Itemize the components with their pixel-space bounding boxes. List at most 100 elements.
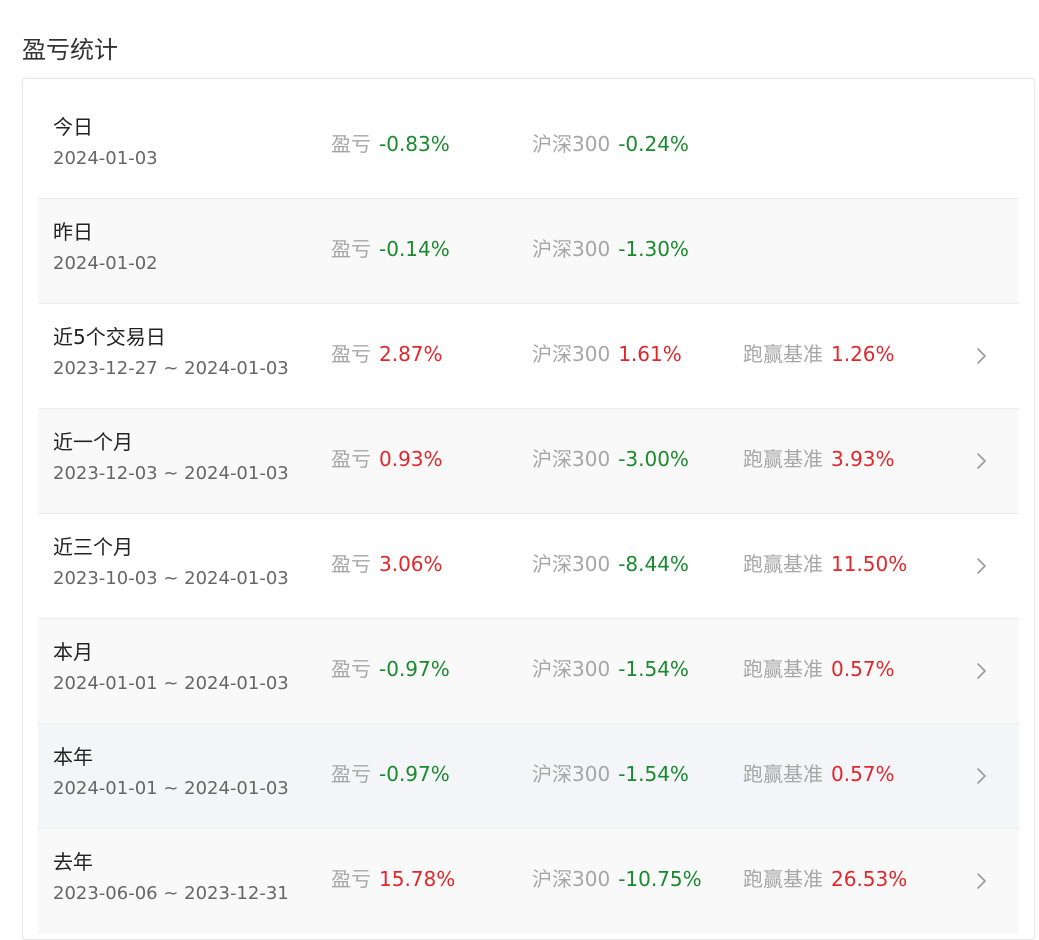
chevron-right-icon[interactable]: [976, 347, 987, 365]
benchmark-metric: 沪深300 -1.30%: [532, 236, 689, 262]
benchmark-label: 沪深300: [532, 132, 611, 156]
period-range: 2023-12-27 ~ 2024-01-03: [53, 358, 289, 379]
benchmark-value: -3.00%: [618, 447, 689, 471]
pnl-metric: 盈亏 -0.97%: [331, 656, 450, 682]
pnl-metric: 盈亏 0.93%: [331, 446, 443, 472]
pnl-value: 2.87%: [379, 342, 443, 366]
period-range: 2024-01-03: [53, 148, 158, 169]
benchmark-metric: 沪深300 -10.75%: [532, 866, 702, 892]
beat-metric: 跑赢基准 26.53%: [743, 866, 907, 892]
chevron-right-icon[interactable]: [976, 557, 987, 575]
pnl-metric: 盈亏 3.06%: [331, 551, 443, 577]
pnl-label: 盈亏: [331, 447, 371, 471]
benchmark-label: 沪深300: [532, 657, 611, 681]
period-range: 2024-01-01 ~ 2024-01-03: [53, 673, 289, 694]
beat-value: 0.57%: [831, 762, 895, 786]
benchmark-value: -1.30%: [618, 237, 689, 261]
pnl-label: 盈亏: [331, 657, 371, 681]
pnl-label: 盈亏: [331, 762, 371, 786]
benchmark-metric: 沪深300 -8.44%: [532, 551, 689, 577]
pnl-value: 15.78%: [379, 867, 456, 891]
stat-row[interactable]: 近5个交易日 2023-12-27 ~ 2024-01-03 盈亏 2.87% 沪深30…: [38, 304, 1019, 409]
stat-row[interactable]: 近三个月 2023-10-03 ~ 2024-01-03 盈亏 3.06% 沪深300-…: [38, 514, 1019, 619]
pnl-metric: 盈亏 15.78%: [331, 866, 455, 892]
beat-metric: 跑赢基准 3.93%: [743, 446, 895, 472]
stat-row: 今日 2024-01-03 盈亏 -0.83% 沪深300 -0.24%: [38, 94, 1019, 199]
period-info: 近一个月 2023-12-03 ~ 2024-01-03: [53, 429, 289, 486]
benchmark-value: -10.75%: [618, 867, 702, 891]
beat-metric: 跑赢基准 1.26%: [743, 341, 895, 367]
chevron-right-icon[interactable]: [976, 452, 987, 470]
stats-card: 今日 2024-01-03 盈亏 -0.83% 沪深300 -0.24% 昨日 2024-01…: [22, 78, 1035, 940]
benchmark-label: 沪深300: [532, 237, 611, 261]
benchmark-label: 沪深300: [532, 447, 611, 471]
benchmark-label: 沪深300: [532, 762, 611, 786]
pnl-label: 盈亏: [331, 867, 371, 891]
stat-row[interactable]: 近一个月 2023-12-03 ~ 2024-01-03 盈亏 0.93% 沪深300-…: [38, 409, 1019, 514]
stat-row[interactable]: 本月 2024-01-01 ~ 2024-01-03 盈亏 -0.97% 沪深300 -1…: [38, 619, 1019, 724]
stat-row[interactable]: 去年 2023-06-06 ~ 2023-12-31 盈亏 15.78% 沪深300 -1…: [38, 829, 1019, 934]
period-name: 本月: [53, 640, 93, 664]
period-range: 2023-06-06 ~ 2023-12-31: [53, 883, 289, 904]
benchmark-label: 沪深300: [532, 342, 611, 366]
pnl-value: -0.14%: [379, 237, 450, 261]
period-info: 今日 2024-01-03: [53, 114, 158, 171]
benchmark-metric: 沪深300 -1.54%: [532, 656, 689, 682]
page-title: 盈亏统计: [22, 36, 118, 64]
pnl-value: 0.93%: [379, 447, 443, 471]
chevron-right-icon[interactable]: [976, 872, 987, 890]
beat-label: 跑赢基准: [743, 762, 823, 786]
pnl-value: 3.06%: [379, 552, 443, 576]
period-name: 本年: [53, 745, 93, 769]
beat-value: 1.26%: [831, 342, 895, 366]
period-name: 近一个月: [53, 430, 133, 454]
period-range: 2023-12-03 ~ 2024-01-03: [53, 463, 289, 484]
pnl-value: -0.97%: [379, 762, 450, 786]
beat-metric: 跑赢基准 11.50%: [743, 551, 907, 577]
stats-list: 今日 2024-01-03 盈亏 -0.83% 沪深300 -0.24% 昨日 2024-01…: [38, 94, 1019, 934]
pnl-label: 盈亏: [331, 552, 371, 576]
beat-label: 跑赢基准: [743, 657, 823, 681]
period-name: 近5个交易日: [53, 325, 166, 349]
benchmark-metric: 沪深300 -3.00%: [532, 446, 689, 472]
period-name: 近三个月: [53, 535, 133, 559]
pnl-metric: 盈亏 -0.83%: [331, 131, 450, 157]
benchmark-metric: 沪深300 -0.24%: [532, 131, 689, 157]
pnl-metric: 盈亏 -0.97%: [331, 761, 450, 787]
benchmark-metric: 沪深300 -1.54%: [532, 761, 689, 787]
stat-row[interactable]: 本年 2024-01-01 ~ 2024-01-03 盈亏 -0.97% 沪深300 -1…: [38, 724, 1019, 829]
period-name: 昨日: [53, 220, 93, 244]
beat-metric: 跑赢基准 0.57%: [743, 656, 895, 682]
pnl-label: 盈亏: [331, 132, 371, 156]
beat-value: 3.93%: [831, 447, 895, 471]
pnl-metric: 盈亏 -0.14%: [331, 236, 450, 262]
benchmark-value: -1.54%: [618, 657, 689, 681]
period-info: 近三个月 2023-10-03 ~ 2024-01-03: [53, 534, 289, 591]
beat-label: 跑赢基准: [743, 867, 823, 891]
benchmark-value: -0.24%: [618, 132, 689, 156]
period-name: 今日: [53, 115, 93, 139]
period-info: 近5个交易日 2023-12-27 ~ 2024-01-03: [53, 324, 289, 381]
beat-value: 0.57%: [831, 657, 895, 681]
chevron-right-icon[interactable]: [976, 662, 987, 680]
benchmark-value: 1.61%: [618, 342, 682, 366]
stat-row: 昨日 2024-01-02 盈亏 -0.14% 沪深300 -1.30%: [38, 199, 1019, 304]
benchmark-value: -1.54%: [618, 762, 689, 786]
period-range: 2024-01-02: [53, 253, 158, 274]
chevron-right-icon[interactable]: [976, 767, 987, 785]
pnl-label: 盈亏: [331, 237, 371, 261]
period-info: 去年 2023-06-06 ~ 2023-12-31: [53, 849, 289, 906]
beat-metric: 跑赢基准 0.57%: [743, 761, 895, 787]
beat-value: 26.53%: [831, 867, 908, 891]
pnl-metric: 盈亏 2.87%: [331, 341, 443, 367]
period-info: 昨日 2024-01-02: [53, 219, 158, 276]
benchmark-label: 沪深300: [532, 552, 611, 576]
period-range: 2023-10-03 ~ 2024-01-03: [53, 568, 289, 589]
beat-value: 11.50%: [831, 552, 908, 576]
period-info: 本月 2024-01-01 ~ 2024-01-03: [53, 639, 289, 696]
benchmark-label: 沪深300: [532, 867, 611, 891]
benchmark-value: -8.44%: [618, 552, 689, 576]
pnl-value: -0.97%: [379, 657, 450, 681]
period-info: 本年 2024-01-01 ~ 2024-01-03: [53, 744, 289, 801]
benchmark-metric: 沪深300 1.61%: [532, 341, 682, 367]
